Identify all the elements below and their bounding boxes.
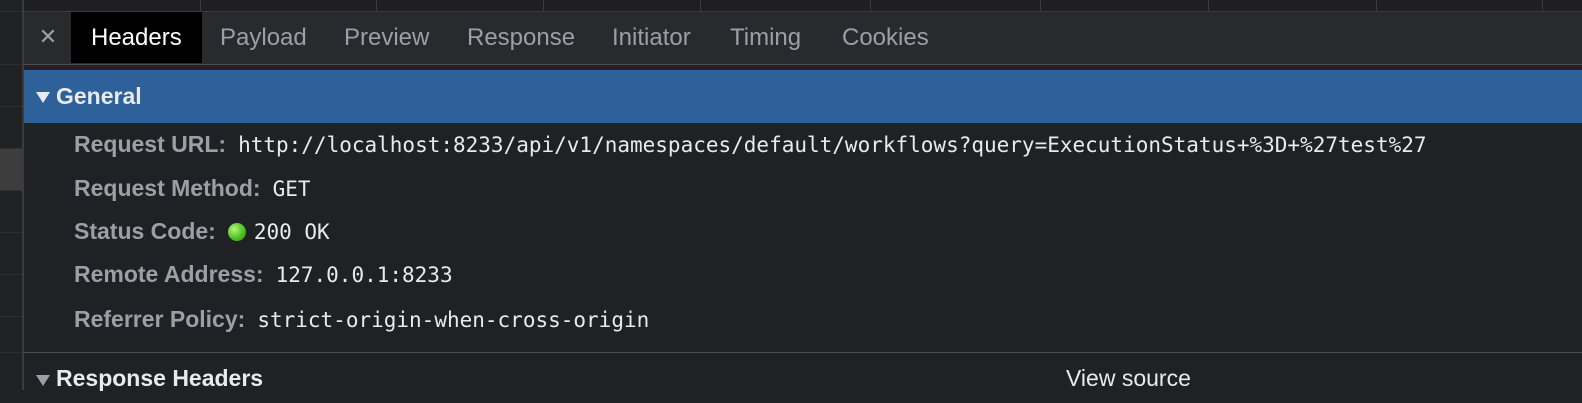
- request-url-row: Request URL: http://localhost:8233/api/v1…: [74, 129, 1427, 159]
- network-grid-header: [24, 0, 1582, 12]
- request-row[interactable]: [0, 12, 22, 65]
- view-source-link[interactable]: View source: [1066, 353, 1191, 403]
- section-title: Response Headers: [56, 365, 264, 391]
- referrer-policy-label: Referrer Policy:: [74, 306, 246, 332]
- status-ok-icon: [227, 223, 246, 241]
- tab-timing[interactable]: Timing: [710, 12, 821, 63]
- request-method-label: Request Method:: [74, 175, 261, 201]
- expand-triangle-icon: [36, 375, 50, 386]
- status-code-value[interactable]: 200 OK: [254, 220, 330, 244]
- close-icon[interactable]: ✕: [36, 25, 60, 49]
- request-url-value[interactable]: http://localhost:8233/api/v1/namespaces/…: [238, 133, 1426, 157]
- request-row-selected[interactable]: [0, 149, 22, 191]
- remote-address-row: Remote Address: 127.0.0.1:8233: [74, 259, 453, 289]
- tab-initiator[interactable]: Initiator: [592, 12, 711, 63]
- request-method-value[interactable]: GET: [273, 177, 311, 201]
- tab-headers[interactable]: Headers: [71, 12, 202, 63]
- request-row[interactable]: [0, 233, 22, 275]
- tab-preview[interactable]: Preview: [324, 12, 449, 63]
- general-section-header[interactable]: General: [24, 70, 1582, 123]
- status-code-label: Status Code:: [74, 218, 216, 244]
- response-headers-section-header[interactable]: Response Headers View source: [24, 352, 1582, 391]
- tab-payload[interactable]: Payload: [200, 12, 327, 63]
- section-title: General: [56, 83, 142, 109]
- request-row[interactable]: [0, 65, 22, 107]
- request-row[interactable]: [0, 317, 22, 353]
- status-code-row: Status Code: 200 OK: [74, 216, 330, 246]
- request-row[interactable]: [0, 0, 22, 12]
- remote-address-label: Remote Address:: [74, 261, 264, 287]
- request-url-label: Request URL:: [74, 131, 227, 157]
- details-tab-bar: ✕ Headers Payload Preview Response Initi…: [24, 12, 1582, 65]
- tab-response[interactable]: Response: [447, 12, 595, 63]
- referrer-policy-value[interactable]: strict-origin-when-cross-origin: [257, 308, 649, 332]
- tab-cookies[interactable]: Cookies: [822, 12, 949, 63]
- remote-address-value[interactable]: 127.0.0.1:8233: [276, 263, 453, 287]
- request-row[interactable]: [0, 191, 22, 233]
- referrer-policy-row: Referrer Policy: strict-origin-when-cross…: [74, 304, 649, 334]
- request-method-row: Request Method: GET: [74, 173, 311, 203]
- request-row[interactable]: [0, 107, 22, 149]
- request-list-strip: [0, 0, 24, 390]
- request-row[interactable]: [0, 275, 22, 317]
- expand-triangle-icon: [36, 92, 50, 103]
